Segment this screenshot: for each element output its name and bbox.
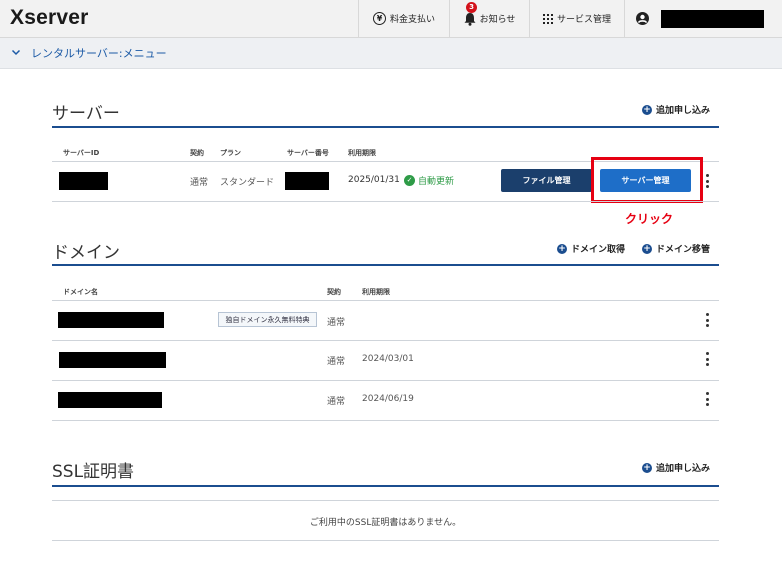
header-server-id: サーバーID [63,149,100,157]
xserver-logo[interactable]: Xserver [10,6,88,30]
section-divider [52,485,719,487]
section-divider [52,264,719,266]
more-options-icon[interactable] [705,174,709,188]
row-divider [52,300,719,301]
billing-label: 料金支払い [389,15,435,25]
domain-section-title: ドメイン [52,243,120,263]
domain-acquire-link[interactable]: + ドメイン取得 [557,242,625,255]
service-management-label: サービス管理 [556,15,611,25]
plus-circle-icon: + [642,462,652,473]
notifications-label: お知らせ [479,15,516,25]
click-annotation: クリック [625,212,674,226]
row-divider [52,201,719,202]
domain-contract: 通常 [327,357,346,367]
ssl-add-label: 追加申し込み [656,464,711,474]
row-divider [52,420,719,421]
more-options-icon[interactable] [705,352,709,366]
bell-icon [464,12,476,26]
notifications-link[interactable]: お知らせ [449,0,529,37]
header-server-number: サーバー番号 [287,149,329,157]
header-domain-name: ドメイン名 [63,288,98,296]
yen-icon: ¥ [372,12,386,25]
top-bar: Xserver ¥ 料金支払い お知らせ 3 サービス管理 [0,0,782,38]
redacted-username [661,10,764,28]
chevron-down-icon [11,49,21,56]
billing-link[interactable]: ¥ 料金支払い [358,0,449,37]
header-expiry: 利用期限 [348,149,376,157]
notification-badge: 3 [466,2,477,13]
file-management-button[interactable]: ファイル管理 [501,169,592,192]
row-divider [52,380,719,381]
header-contract: 契約 [190,149,204,157]
server-contract: 通常 [190,178,209,188]
grid-icon [542,13,553,24]
more-options-icon[interactable] [705,313,709,327]
domain-expiry: 2024/06/19 [362,394,414,404]
highlight-box [591,157,703,203]
redacted-domain-name [58,312,164,328]
auto-renew-label: 自動更新 [418,177,455,187]
plus-circle-icon: + [642,104,652,115]
ssl-add-link[interactable]: + 追加申し込み [642,461,710,474]
free-domain-tag: 独自ドメイン永久無料特典 [218,312,317,327]
domain-acquire-label: ドメイン取得 [571,245,626,255]
domain-contract: 通常 [327,397,346,407]
redacted-server-id [59,172,108,190]
plus-circle-icon: + [642,243,652,254]
domain-contract: 通常 [327,318,346,328]
more-options-icon[interactable] [705,392,709,406]
redacted-domain-name [58,392,162,408]
row-divider [52,340,719,341]
menu-bar[interactable]: レンタルサーバー:メニュー [0,38,782,69]
user-icon [636,12,649,25]
server-expiry: 2025/01/31 [348,175,400,185]
server-add-label: 追加申し込み [656,106,711,116]
check-circle-icon: ✓ [404,175,415,186]
row-divider [52,540,719,541]
redacted-server-number [285,172,329,190]
header-contract: 契約 [327,288,341,296]
domain-transfer-label: ドメイン移管 [656,245,711,255]
ssl-empty-message: ご利用中のSSL証明書はありません。 [309,518,462,528]
header-expiry: 利用期限 [362,288,390,296]
redacted-domain-name [59,352,166,368]
server-add-link[interactable]: + 追加申し込み [642,103,710,116]
plus-circle-icon: + [557,243,567,254]
ssl-section-title: SSL証明書 [52,462,135,482]
server-plan: スタンダード [220,178,275,188]
row-divider [52,500,719,501]
domain-transfer-link[interactable]: + ドメイン移管 [642,242,710,255]
menu-label: レンタルサーバー:メニュー [31,47,167,60]
domain-expiry: 2024/03/01 [362,354,414,364]
section-divider [52,126,719,128]
service-management-link[interactable]: サービス管理 [529,0,624,37]
auto-renew-status: ✓ 自動更新 [404,174,454,187]
header-plan: プラン [220,149,241,157]
server-section-title: サーバー [52,104,120,124]
